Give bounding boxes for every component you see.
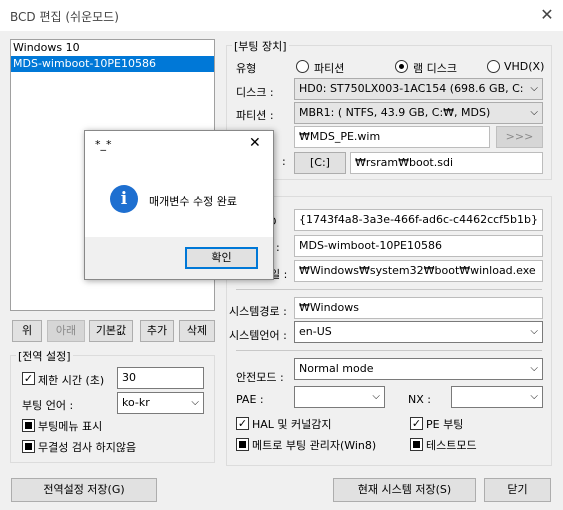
move-up-button[interactable]: 위 (12, 320, 42, 342)
sdi-drive-button[interactable]: [C:] (294, 152, 346, 174)
divider (236, 289, 542, 290)
dialog-footer: 확인 (85, 237, 273, 279)
partition-value: MBR1: ( NTFS, 43.9 GB, C:₩, MDS) (299, 106, 491, 119)
chevron-down-icon: ⌵ (372, 391, 380, 402)
list-item[interactable]: Windows 10 (11, 40, 214, 56)
chevron-down-icon: ⌵ (528, 79, 538, 99)
timeout-checkbox[interactable]: ✓ (22, 372, 35, 385)
type-ramdisk-label: 램 디스크 (413, 62, 457, 75)
sysroot-label: 시스템경로 : (229, 305, 287, 318)
dialog-title: *_* (95, 138, 112, 151)
timeout-input[interactable]: 30 (117, 367, 204, 389)
metro-checkbox[interactable] (236, 438, 249, 451)
pe-boot-checkbox[interactable]: ✓ (410, 417, 423, 430)
syslang-select[interactable]: en-US ⌵ (294, 321, 543, 343)
integrity-label: 무결성 검사 하지않음 (38, 441, 137, 454)
loader-path-input[interactable]: ₩Windows₩system32₩boot₩winload.exe (294, 260, 543, 282)
testmode-checkbox[interactable] (410, 438, 423, 451)
ok-button[interactable]: 확인 (185, 247, 258, 269)
hal-checkbox[interactable]: ✓ (236, 417, 249, 430)
type-label: 유형 (236, 62, 257, 75)
type-vhd-radio[interactable] (487, 60, 500, 73)
global-settings-title: [전역 설정] (16, 348, 73, 364)
name-label: : (276, 241, 280, 254)
integrity-checkbox[interactable] (22, 440, 35, 453)
disk-label: 디스크 : (236, 86, 274, 99)
disk-select[interactable]: HD0: ST750LX003-1AC154 (698.6 GB, C: D: … (294, 78, 543, 100)
list-item[interactable]: MDS-wimboot-10PE10586 (11, 56, 214, 72)
timeout-label: 제한 시간 (초) (38, 374, 105, 387)
sdi-label: : (282, 155, 286, 168)
dialog-message: 매개변수 수정 완료 (149, 195, 237, 208)
chevron-down-icon: ⌵ (191, 397, 199, 408)
entry-name-input[interactable]: MDS-wimboot-10PE10586 (294, 235, 543, 257)
delete-entry-button[interactable]: 삭제 (179, 320, 215, 342)
pae-label: PAE : (236, 393, 264, 406)
partition-select[interactable]: MBR1: ( NTFS, 43.9 GB, C:₩, MDS) ⌵ (294, 102, 543, 124)
partition-label: 파티션 : (236, 109, 274, 122)
testmode-label: 테스트모드 (426, 439, 477, 452)
close-icon[interactable]: ✕ (536, 4, 558, 26)
boot-device-title: [부팅 장치] (232, 38, 289, 54)
pae-select[interactable]: ⌵ (294, 386, 385, 408)
add-entry-button[interactable]: 추가 (140, 320, 174, 342)
guid-input[interactable]: {1743f4a8-3a3e-466f-ad6c-c4462ccf5b1b} (294, 209, 543, 231)
browse-button[interactable]: >>> (496, 126, 543, 148)
boot-menu-checkbox[interactable] (22, 419, 35, 432)
wim-path-input[interactable]: ₩MDS_PE.wim (294, 126, 490, 148)
hal-label: HAL 및 커널감지 (252, 418, 332, 431)
pe-boot-label: PE 부팅 (426, 418, 464, 431)
type-ramdisk-radio[interactable] (395, 60, 408, 73)
chevron-down-icon: ⌵ (530, 391, 538, 402)
close-button[interactable]: 닫기 (484, 478, 551, 502)
boot-language-value: ko-kr (122, 396, 150, 409)
title-bar: BCD 편집 (쉬운모드) ✕ (0, 0, 563, 31)
move-down-button[interactable]: 아래 (47, 320, 85, 342)
type-partition-radio[interactable] (296, 60, 309, 73)
dialog-title-bar: *_* ✕ (85, 131, 273, 159)
type-vhd-label: VHD(X) (504, 60, 545, 73)
sysroot-input[interactable]: ₩Windows (294, 297, 543, 319)
window-title: BCD 편집 (쉬운모드) (10, 10, 119, 24)
type-partition-label: 파티션 (314, 62, 345, 75)
chevron-down-icon: ⌵ (530, 107, 538, 118)
message-dialog: *_* ✕ i 매개변수 수정 완료 확인 (84, 130, 274, 280)
save-global-button[interactable]: 전역설정 저장(G) (11, 478, 157, 502)
disk-value: HD0: ST750LX003-1AC154 (698.6 GB, C: D: … (299, 82, 543, 95)
boot-language-label: 부팅 언어 : (22, 399, 74, 412)
set-default-button[interactable]: 기본값 (89, 320, 133, 342)
close-icon[interactable]: ✕ (249, 135, 261, 151)
syslang-label: 시스템언어 : (229, 329, 287, 342)
metro-label: 메트로 부팅 관리자(Win8) (252, 439, 377, 452)
save-current-button[interactable]: 현재 시스템 저장(S) (333, 478, 476, 502)
safemode-label: 안전모드 : (236, 371, 284, 384)
syslang-value: en-US (299, 325, 332, 338)
boot-language-select[interactable]: ko-kr ⌵ (117, 392, 204, 414)
sdi-path-input[interactable]: ₩rsram₩boot.sdi (350, 152, 543, 174)
nx-label: NX : (408, 393, 431, 406)
boot-menu-label: 부팅메뉴 표시 (38, 420, 103, 433)
chevron-down-icon: ⌵ (530, 326, 538, 337)
info-icon: i (110, 185, 138, 213)
nx-select[interactable]: ⌵ (451, 386, 543, 408)
divider (236, 350, 542, 351)
chevron-down-icon: ⌵ (530, 363, 538, 374)
safemode-value: Normal mode (299, 362, 374, 375)
safemode-select[interactable]: Normal mode ⌵ (294, 358, 543, 380)
